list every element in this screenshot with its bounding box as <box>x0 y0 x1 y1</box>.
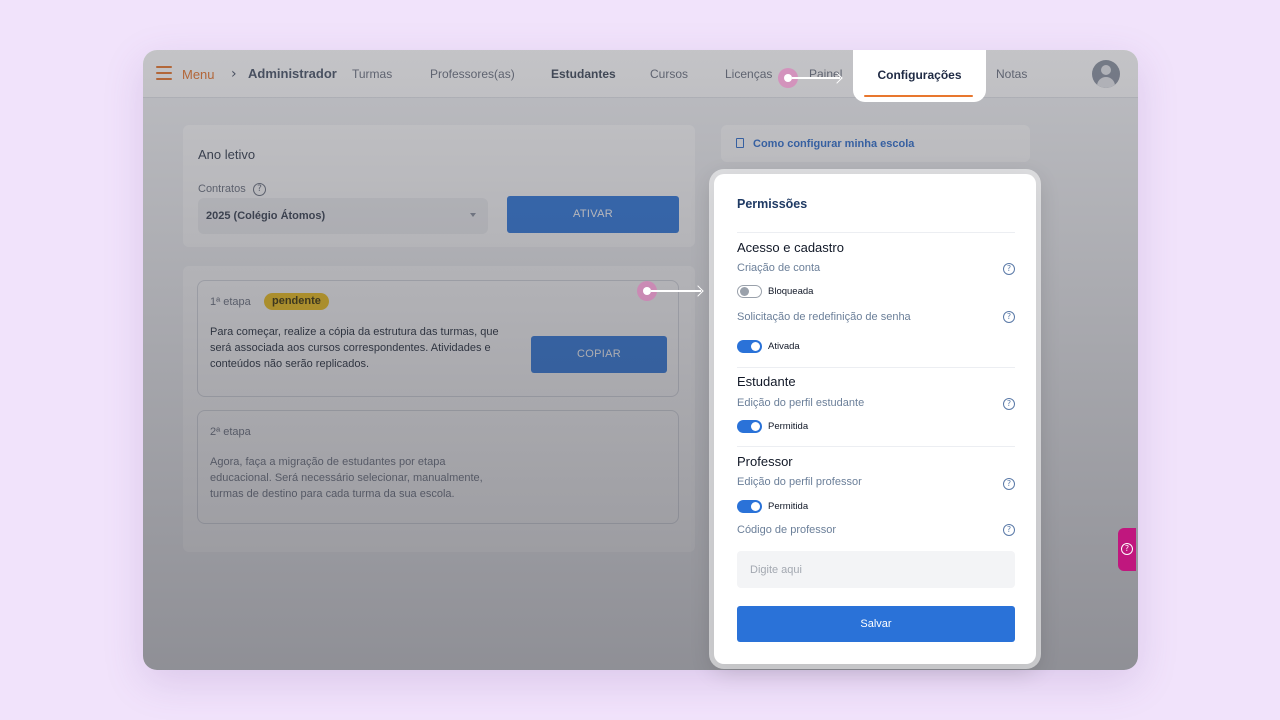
help-circle-icon[interactable]: ? <box>1003 524 1015 536</box>
contrato-select-value: 2025 (Colégio Átomos) <box>206 210 326 222</box>
help-circle-icon[interactable]: ? <box>253 183 266 196</box>
ativar-button[interactable]: ATIVAR <box>507 196 679 233</box>
nav-estudantes[interactable]: Estudantes <box>551 67 616 81</box>
step-2-description: Agora, faça a migração de estudantes por… <box>210 456 483 500</box>
permissions-title: Permissões <box>737 197 808 211</box>
chevron-down-icon <box>470 213 476 217</box>
help-circle-icon[interactable]: ? <box>1003 311 1015 323</box>
edicao-professor-state: Permitida <box>768 501 809 512</box>
help-link[interactable]: Como configurar minha escola <box>753 138 914 150</box>
divider <box>737 232 1015 233</box>
contrato-select[interactable]: 2025 (Colégio Átomos) <box>198 198 488 234</box>
step-2-title: 2ª etapa <box>210 426 251 438</box>
help-circle-icon: ? <box>1121 543 1133 555</box>
redefinicao-senha-label: Solicitação de redefinição de senha <box>737 311 911 323</box>
status-badge: pendente <box>264 293 329 310</box>
edicao-estudante-label: Edição do perfil estudante <box>737 397 865 409</box>
edicao-estudante-state: Permitida <box>768 421 809 432</box>
codigo-professor-input[interactable] <box>737 551 1015 588</box>
edicao-professor-label: Edição do perfil professor <box>737 476 862 488</box>
help-circle-icon[interactable]: ? <box>1003 478 1015 490</box>
tab-configuracoes-label: Configurações <box>877 68 962 82</box>
section-professor-title: Professor <box>737 454 793 469</box>
nav-turmas[interactable]: Turmas <box>352 67 392 81</box>
etapas-card: 1ª etapa pendente Para começar, realize … <box>183 266 695 552</box>
active-tab-underline <box>864 95 973 97</box>
user-avatar-icon[interactable] <box>1092 60 1120 88</box>
salvar-button[interactable]: Salvar <box>737 606 1015 642</box>
help-link-card[interactable]: Como configurar minha escola <box>721 125 1030 162</box>
section-estudante-title: Estudante <box>737 374 796 389</box>
redefinicao-senha-state: Ativada <box>768 341 800 352</box>
section-acesso-title: Acesso e cadastro <box>737 240 844 255</box>
menu-button[interactable]: Menu <box>182 67 215 82</box>
ano-letivo-title: Ano letivo <box>198 147 256 162</box>
divider <box>737 367 1015 368</box>
codigo-professor-label: Código de professor <box>737 524 837 536</box>
nav-professores[interactable]: Professores(as) <box>430 67 515 81</box>
step-1-description: Para começar, realize a cópia da estrutu… <box>210 326 499 370</box>
nav-licencas[interactable]: Licenças <box>725 67 772 81</box>
document-icon <box>736 138 744 148</box>
tab-configuracoes[interactable]: Configurações <box>853 50 986 102</box>
step-1: 1ª etapa pendente Para começar, realize … <box>197 280 679 397</box>
breadcrumb[interactable]: Administrador <box>248 66 337 81</box>
nav-notas[interactable]: Notas <box>996 67 1027 81</box>
divider <box>737 446 1015 447</box>
nav-cursos[interactable]: Cursos <box>650 67 688 81</box>
help-side-tab[interactable]: ? <box>1118 528 1136 571</box>
edicao-professor-toggle[interactable] <box>737 500 762 513</box>
criacao-conta-toggle[interactable] <box>737 285 762 298</box>
pointer-marker <box>778 68 844 88</box>
criacao-conta-label: Criação de conta <box>737 262 821 274</box>
contratos-label: Contratos <box>198 183 246 195</box>
redefinicao-senha-toggle[interactable] <box>737 340 762 353</box>
step-2: 2ª etapa Agora, faça a migração de estud… <box>197 410 679 524</box>
criacao-conta-state: Bloqueada <box>768 286 814 297</box>
permissions-panel: Permissões Acesso e cadastro Criação de … <box>714 174 1036 664</box>
pointer-marker <box>637 281 704 301</box>
step-1-title: 1ª etapa <box>210 296 251 308</box>
edicao-estudante-toggle[interactable] <box>737 420 762 433</box>
chevron-right-icon: › <box>231 66 237 82</box>
help-circle-icon[interactable]: ? <box>1003 263 1015 275</box>
help-circle-icon[interactable]: ? <box>1003 398 1015 410</box>
hamburger-icon[interactable] <box>156 66 172 80</box>
top-navigation: Menu › Administrador Turmas Professores(… <box>143 50 1138 98</box>
copiar-button[interactable]: COPIAR <box>531 336 667 373</box>
